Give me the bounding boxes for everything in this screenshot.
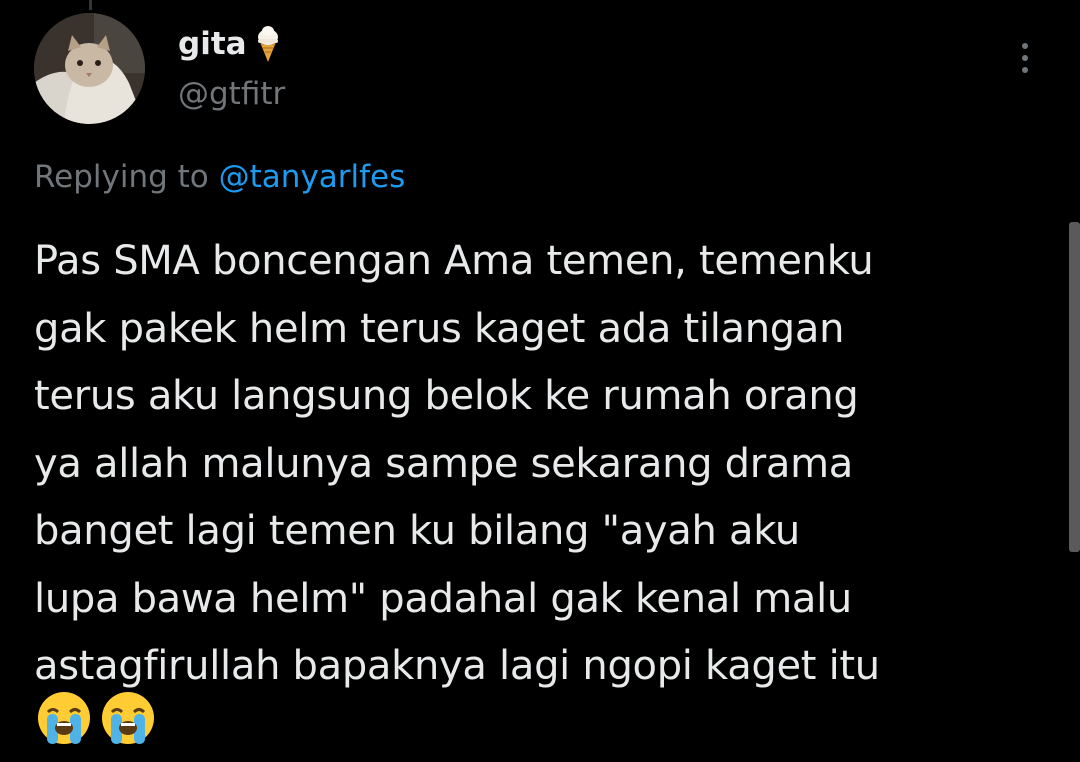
reply-mention-link[interactable]: @tanyarlfes	[219, 159, 406, 195]
tweet-body-text: Pas SMA boncengan Ama temen, temenku gak…	[34, 238, 880, 689]
ice-cream-icon	[253, 24, 283, 64]
replying-to-line: Replying to @tanyarlfes	[34, 156, 405, 198]
more-dot-icon	[1022, 67, 1028, 73]
tweet-emoji-row	[36, 690, 156, 746]
replying-to-prefix: Replying to	[34, 159, 209, 195]
more-dot-icon	[1022, 55, 1028, 61]
thread-connector-line	[89, 0, 92, 10]
avatar[interactable]	[34, 13, 145, 124]
more-dot-icon	[1022, 43, 1028, 49]
loudly-crying-face-icon	[38, 692, 90, 744]
author-name-row[interactable]: gita	[178, 24, 283, 64]
scrollbar-thumb[interactable]	[1069, 222, 1080, 552]
avatar-image	[34, 13, 145, 124]
more-options-button[interactable]	[1008, 36, 1042, 80]
loudly-crying-face-icon	[102, 692, 154, 744]
author-handle[interactable]: @gtfitr	[178, 74, 285, 114]
display-name[interactable]: gita	[178, 24, 247, 64]
